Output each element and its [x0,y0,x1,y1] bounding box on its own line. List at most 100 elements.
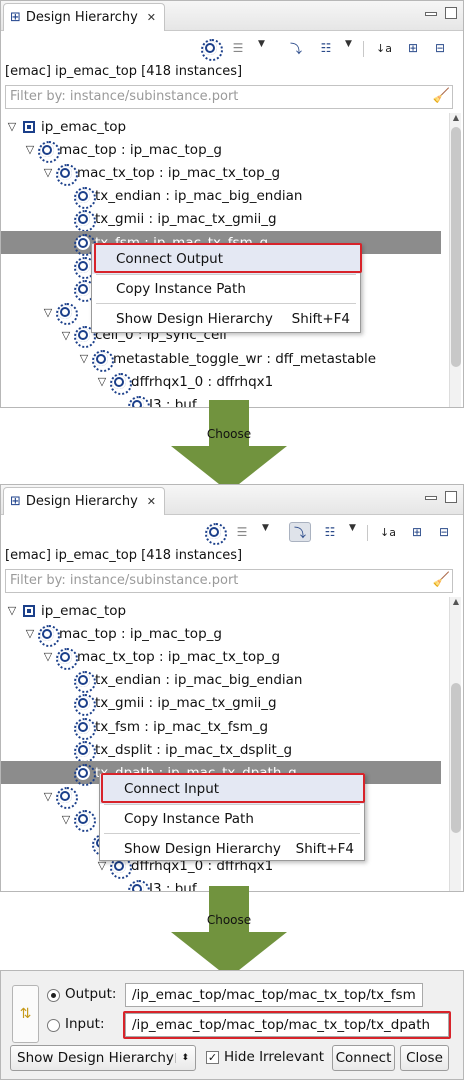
clear-filter-icon[interactable]: 🧹 [433,88,450,104]
scroll-thumb[interactable] [451,127,461,367]
input-field[interactable]: /ip_emac_top/mac_top/mac_tx_top/tx_dpath [125,1013,449,1037]
instance-icon [74,740,96,763]
scroll-up-icon[interactable]: ▲ [450,113,462,125]
tree-row[interactable]: tx_gmii : ip_mac_tx_gmii_g [1,692,441,717]
menu-item-copy-instance-path[interactable]: Copy Instance Path [92,274,360,304]
tree-row-label: metastable_toggle_wr : dff_metastable [113,350,377,367]
view-titlebar: ⊞ Design Hierarchy ✕ [1,1,463,31]
tree-row-label: mac_top : ip_mac_top_g [59,141,222,158]
tree-row[interactable]: tx_gmii : ip_mac_tx_gmii_g [1,208,441,233]
minimize-icon[interactable] [425,12,437,16]
menu-item-label: Copy Instance Path [116,281,246,297]
tree-row[interactable]: ▽ ip_emac_top [1,599,441,622]
tab-design-hierarchy[interactable]: ⊞ Design Hierarchy ✕ [3,3,165,31]
flow-arrow-1: Choose [171,400,287,492]
view-select[interactable]: Show Design Hierarchy ⬍ [10,1045,196,1071]
close-tab-icon[interactable]: ✕ [147,495,156,508]
expand-toggle-icon[interactable]: ▽ [41,790,55,803]
expand-all-icon[interactable]: ⊞ [402,38,424,58]
tree-row[interactable]: tx_endian : ip_mac_big_endian [1,185,441,210]
tree-row-label: mac_tx_top : ip_mac_tx_top_g [77,648,281,665]
tree-row-label: tx_endian : ip_mac_big_endian [95,188,303,205]
menu-item-copy-instance-path[interactable]: Copy Instance Path [100,804,364,834]
minimize-icon[interactable] [425,496,437,500]
output-radio[interactable] [47,989,60,1002]
filter-placeholder: Filter by: instance/subinstance.port [10,89,239,104]
chevron-down-icon[interactable]: ▼ [349,523,356,533]
instance-summary: [emac] ip_emac_top [418 instances] [5,64,243,79]
menu-item-show-design-hierarchy[interactable]: Show Design Hierarchy Shift+F4 [100,834,364,864]
tree-row[interactable]: tx_dsplit : ip_mac_tx_dsplit_g [1,738,441,763]
instance-filter-icon[interactable] [203,522,227,545]
tree-row[interactable]: ▽ mac_tx_top : ip_mac_tx_top_g [1,161,441,186]
vertical-scrollbar[interactable]: ▲ [449,597,461,891]
menu-item-label: Connect Output [116,251,224,267]
expand-toggle-icon[interactable]: ▽ [59,329,73,342]
scroll-up-icon[interactable]: ▲ [450,597,462,609]
hierarchy-view-icon: ⊞ [10,10,21,25]
hide-irrelevant-label: Hide Irrelevant [224,1049,325,1065]
chevron-down-icon[interactable]: ▼ [345,39,352,49]
collapse-all-icon[interactable]: ⊟ [433,522,455,542]
swap-direction-button[interactable]: ⇅ [12,985,39,1043]
menu-item-show-design-hierarchy[interactable]: Show Design Hierarchy Shift+F4 [92,304,360,334]
list-options-icon[interactable]: ☰ [231,522,253,542]
clear-filter-icon[interactable]: 🧹 [433,572,450,588]
vertical-scrollbar[interactable]: ▲ [449,113,461,407]
menu-item-connect-input[interactable]: Connect Input [100,774,364,804]
hide-irrelevant-checkbox[interactable]: ✓ [206,1051,219,1064]
connect-ports-icon[interactable]: ⤵ [289,522,311,542]
expand-toggle-icon[interactable]: ▽ [41,650,55,663]
connect-ports-icon[interactable]: ⤵ [285,38,307,58]
close-button[interactable]: Close [400,1045,449,1071]
expand-toggle-icon[interactable]: ▽ [77,352,91,365]
tree-row[interactable]: ▽ mac_tx_top : ip_mac_tx_top_g [1,645,441,670]
arrow-label: Choose [206,427,252,441]
view-toolbar: ☰ ▼ ⤵ ☷ ▼ ↓a ⊞ ⊟ [1,33,463,63]
tree-row[interactable]: tx_endian : ip_mac_big_endian [1,669,441,694]
tree-row[interactable]: ▽ ip_emac_top [1,115,441,138]
expand-toggle-icon[interactable]: ▽ [5,604,19,617]
view-select-value: Show Design Hierarchy [17,1050,174,1066]
input-radio[interactable] [47,1019,60,1032]
tree-row[interactable]: ▽ mac_top : ip_mac_top_g [1,622,441,647]
instance-icon [38,624,60,647]
toolbar-divider [367,525,368,541]
tab-design-hierarchy[interactable]: ⊞ Design Hierarchy ✕ [3,487,165,515]
scroll-thumb[interactable] [451,683,461,833]
expand-toggle-icon[interactable]: ▽ [5,120,19,133]
tree-row[interactable]: tx_fsm : ip_mac_tx_fsm_g [1,715,441,740]
tree-row[interactable]: ▽ metastable_toggle_wr : dff_metastable [1,347,441,372]
tree-row[interactable]: ▽ dffrhqx1_0 : dffrhqx1 [1,370,441,395]
columns-icon[interactable]: ☷ [319,522,341,542]
chevron-down-icon[interactable]: ▼ [262,523,269,533]
menu-separator [96,303,356,304]
connect-button[interactable]: Connect [332,1045,395,1071]
columns-icon[interactable]: ☷ [315,38,337,58]
expand-toggle-icon[interactable]: ▽ [41,166,55,179]
collapse-all-icon[interactable]: ⊟ [429,38,451,58]
maximize-icon[interactable] [445,491,457,503]
filter-input[interactable]: Filter by: instance/subinstance.port 🧹 [5,85,453,109]
menu-item-label: Copy Instance Path [124,811,254,827]
menu-item-connect-output[interactable]: Connect Output [92,244,360,274]
filter-input[interactable]: Filter by: instance/subinstance.port 🧹 [5,569,453,593]
tree-row[interactable]: ▽ mac_top : ip_mac_top_g [1,138,441,163]
maximize-icon[interactable] [445,7,457,19]
menu-item-label: Show Design Hierarchy [116,311,273,327]
instance-filter-icon[interactable] [199,38,223,61]
expand-toggle-icon[interactable]: ▽ [41,306,55,319]
menu-separator [104,833,360,834]
sort-az-icon[interactable]: ↓a [373,38,395,58]
output-field[interactable]: /ip_emac_top/mac_top/mac_tx_top/tx_fsm [125,983,423,1007]
sort-az-icon[interactable]: ↓a [377,522,399,542]
list-options-icon[interactable]: ☰ [227,38,249,58]
close-tab-icon[interactable]: ✕ [147,11,156,24]
expand-toggle-icon[interactable]: ▽ [95,375,109,388]
expand-toggle-icon[interactable]: ▽ [23,143,37,156]
input-label: Input: [65,1016,105,1032]
expand-all-icon[interactable]: ⊞ [406,522,428,542]
expand-toggle-icon[interactable]: ▽ [23,627,37,640]
chevron-down-icon[interactable]: ▼ [258,39,265,49]
expand-toggle-icon[interactable]: ▽ [59,813,73,826]
